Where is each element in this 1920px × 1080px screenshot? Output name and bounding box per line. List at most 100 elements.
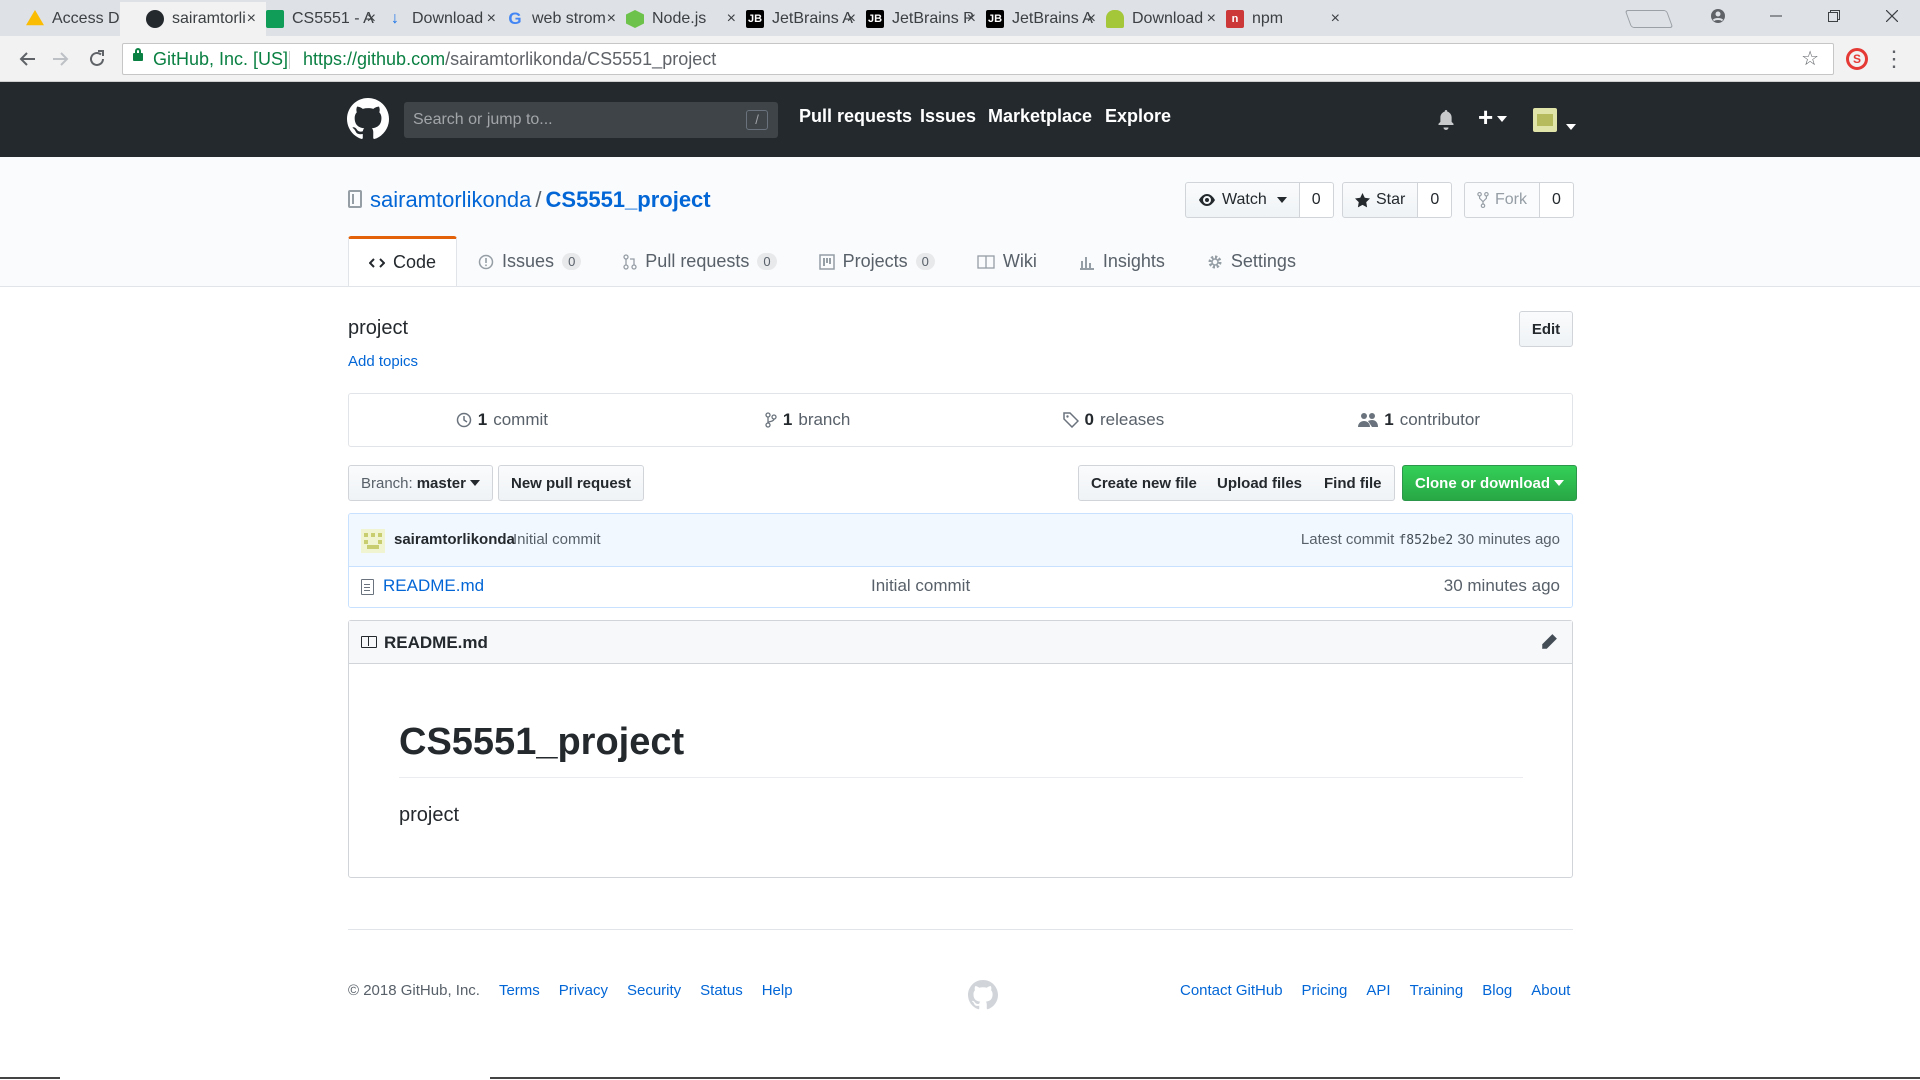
commit-author-link[interactable]: sairamtorlikonda: [394, 531, 515, 548]
watch-button-group: Watch 0: [1185, 182, 1334, 218]
repo-title: sairamtorlikonda / CS5551_project: [370, 187, 711, 213]
edit-description-button[interactable]: Edit: [1519, 311, 1573, 347]
close-tab-icon[interactable]: ×: [247, 2, 256, 36]
footer-link-security[interactable]: Security: [627, 982, 681, 999]
close-window-icon[interactable]: [1864, 0, 1920, 32]
browser-tab[interactable]: n npm ×: [1200, 2, 1350, 36]
restore-icon[interactable]: [1806, 0, 1862, 32]
footer-link-contact[interactable]: Contact GitHub: [1180, 982, 1283, 999]
browser-tab-active[interactable]: sairamtorli ×: [120, 2, 266, 36]
branches-link[interactable]: 1 branch: [655, 394, 961, 446]
commits-link[interactable]: 1 commit: [349, 394, 655, 446]
upload-files-button[interactable]: Upload files: [1205, 465, 1316, 501]
tab-insights[interactable]: Insights: [1058, 236, 1186, 286]
star-button[interactable]: Star: [1342, 182, 1419, 218]
nav-explore[interactable]: Explore: [1105, 106, 1171, 127]
gear-icon: [1208, 255, 1222, 268]
nav-issues[interactable]: Issues: [920, 106, 976, 127]
chevron-down-icon[interactable]: [1562, 118, 1576, 136]
table-row: README.md Initial commit 30 minutes ago: [349, 567, 1572, 607]
watch-button[interactable]: Watch: [1185, 182, 1300, 218]
copyright: © 2018 GitHub, Inc.: [348, 982, 480, 999]
profile-icon[interactable]: [1690, 0, 1746, 32]
footer-link-pricing[interactable]: Pricing: [1302, 982, 1348, 999]
star-count[interactable]: 0: [1418, 182, 1453, 218]
footer-link-terms[interactable]: Terms: [499, 982, 540, 999]
create-new-file-button[interactable]: Create new file: [1078, 465, 1210, 501]
history-icon: [456, 412, 471, 428]
footer-link-training[interactable]: Training: [1410, 982, 1464, 999]
new-tab-button[interactable]: [1624, 10, 1674, 28]
github-header: Search or jump to... / Pull requests Iss…: [0, 82, 1920, 157]
footer-link-blog[interactable]: Blog: [1482, 982, 1512, 999]
chevron-down-icon: [1497, 116, 1508, 123]
file-commit-message-link[interactable]: Initial commit: [871, 576, 970, 596]
download-icon: ↓: [391, 10, 399, 27]
footer-link-status[interactable]: Status: [700, 982, 743, 999]
close-tab-icon[interactable]: ×: [1331, 2, 1340, 36]
tab-issues[interactable]: Issues 0: [457, 236, 602, 286]
address-bar[interactable]: GitHub, Inc. [US] https://github.com/sai…: [122, 43, 1834, 75]
extension-icon[interactable]: S: [1846, 48, 1868, 70]
commit-message-link[interactable]: Initial commit: [513, 531, 601, 548]
fork-button[interactable]: Fork: [1464, 182, 1540, 218]
file-list: sairamtorlikonda Initial commit Latest c…: [348, 513, 1573, 608]
github-mark-icon[interactable]: [968, 980, 998, 1010]
google-sheets-icon: [266, 10, 284, 28]
commit-age: 30 minutes ago: [1457, 531, 1560, 548]
tab-code[interactable]: Code: [348, 236, 458, 286]
forward-arrow-icon[interactable]: [46, 44, 76, 74]
bookmark-star-icon[interactable]: ☆: [1801, 44, 1819, 74]
browser-menu-icon[interactable]: ⋮: [1880, 44, 1908, 74]
avatar[interactable]: [361, 529, 385, 553]
pencil-icon[interactable]: [1540, 633, 1558, 651]
fork-count[interactable]: 0: [1540, 182, 1574, 218]
tab-projects[interactable]: Projects 0: [798, 236, 956, 286]
omnibox-divider: [289, 51, 290, 69]
reload-icon[interactable]: [82, 44, 112, 74]
android-icon: [1106, 10, 1124, 28]
nav-pull-requests[interactable]: Pull requests: [799, 106, 912, 127]
github-logo-icon[interactable]: [347, 98, 389, 140]
fork-icon: [1477, 192, 1489, 208]
minimize-icon[interactable]: [1748, 0, 1804, 32]
commit-sha-link[interactable]: f852be2: [1398, 533, 1453, 548]
create-new-button[interactable]: +: [1478, 102, 1508, 133]
tab-settings[interactable]: Settings: [1186, 236, 1317, 286]
star-button-group: Star 0: [1342, 182, 1453, 218]
footer-link-api[interactable]: API: [1366, 982, 1390, 999]
file-name-link[interactable]: README.md: [383, 576, 484, 596]
avatar[interactable]: [1533, 108, 1557, 132]
footer-left: © 2018 GitHub, Inc. Terms Privacy Securi…: [348, 982, 793, 999]
nav-marketplace[interactable]: Marketplace: [988, 106, 1092, 127]
browser-toolbar: GitHub, Inc. [US] https://github.com/sai…: [0, 36, 1920, 82]
back-arrow-icon[interactable]: [12, 44, 42, 74]
search-shortcut-hint: /: [746, 110, 768, 130]
clone-or-download-button[interactable]: Clone or download: [1402, 465, 1577, 501]
bell-icon[interactable]: [1436, 110, 1456, 130]
releases-link[interactable]: 0 releases: [961, 394, 1267, 446]
eye-icon: [1199, 194, 1215, 206]
footer-link-help[interactable]: Help: [762, 982, 793, 999]
find-file-button[interactable]: Find file: [1312, 465, 1395, 501]
footer-link-about[interactable]: About: [1531, 982, 1570, 999]
tab-pull-requests[interactable]: Pull requests 0: [602, 236, 797, 286]
watch-count[interactable]: 0: [1299, 182, 1334, 218]
footer-divider: [348, 929, 1573, 930]
tab-wiki[interactable]: Wiki: [956, 236, 1058, 286]
contributors-link[interactable]: 1 contributor: [1266, 394, 1572, 446]
repo-owner-link[interactable]: sairamtorlikonda: [370, 187, 531, 212]
search-input[interactable]: Search or jump to... /: [404, 102, 778, 138]
issue-icon: [478, 254, 494, 269]
people-icon: [1358, 413, 1379, 427]
jetbrains-icon: JB: [866, 10, 884, 28]
file-age: 30 minutes ago: [1443, 576, 1560, 595]
new-pull-request-button[interactable]: New pull request: [498, 465, 645, 501]
add-topics-link[interactable]: Add topics: [348, 353, 418, 370]
footer-link-privacy[interactable]: Privacy: [559, 982, 608, 999]
branch-select-menu[interactable]: Branch: master: [348, 465, 493, 501]
site-identity: GitHub, Inc. [US]: [153, 49, 289, 69]
repo-description: project: [348, 317, 409, 339]
readme-header: README.md: [349, 621, 1572, 664]
repo-name-link[interactable]: CS5551_project: [546, 187, 711, 212]
